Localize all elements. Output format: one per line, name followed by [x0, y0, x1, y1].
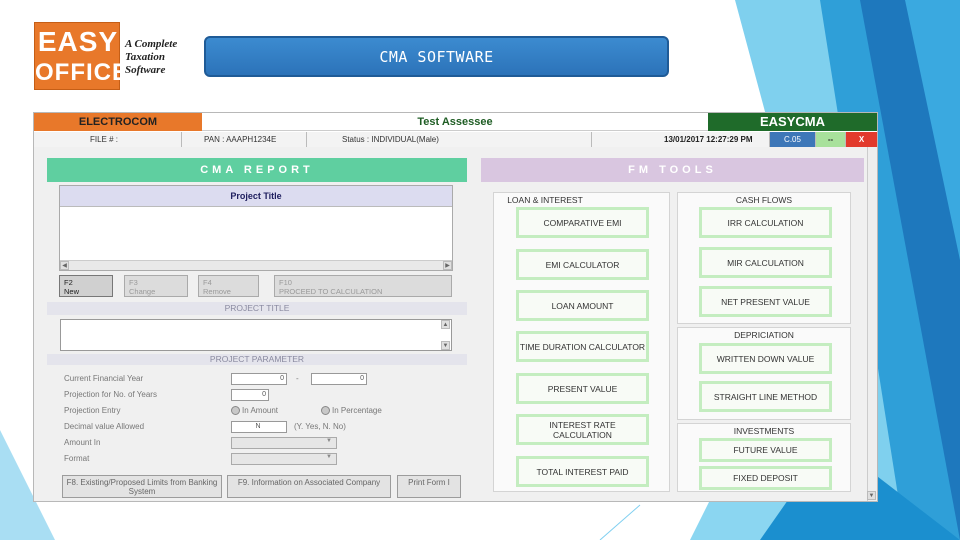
- version-code[interactable]: C.05: [770, 132, 816, 147]
- logo-line-2: OFFICE: [35, 59, 129, 86]
- window-scrollbar[interactable]: [867, 147, 877, 501]
- irr-calculation-button[interactable]: IRR CALCULATION: [699, 207, 832, 238]
- format-dropdown-icon[interactable]: ▼: [326, 454, 332, 460]
- company-name: ELECTROCOM: [34, 113, 202, 131]
- fy-from-input[interactable]: 0: [231, 373, 287, 385]
- cma-report-heading: CMA REPORT: [47, 158, 467, 182]
- decimal-hint: (Y. Yes, N. No): [294, 422, 346, 431]
- projection-years-label: Projection for No. of Years: [64, 390, 157, 399]
- logo-tagline-3: Software: [125, 64, 166, 76]
- associated-company-button[interactable]: F9. Information on Associated Company: [227, 475, 391, 498]
- interest-rate-calculation-button[interactable]: INTEREST RATE CALCULATION: [516, 414, 649, 445]
- new-key: F2: [64, 278, 73, 287]
- fixed-deposit-button[interactable]: FIXED DEPOSIT: [699, 466, 832, 490]
- scroll-right-icon[interactable]: ▶: [443, 261, 452, 270]
- in-amount-radio[interactable]: [231, 406, 240, 415]
- remove-key: F4: [203, 278, 212, 287]
- cash-flows-title: CASH FLOWS: [735, 195, 793, 205]
- projection-entry-label: Projection Entry: [64, 406, 121, 415]
- project-list-scrollbar[interactable]: [60, 260, 452, 270]
- loan-interest-title: LOAN & INTEREST: [507, 195, 583, 205]
- emi-calculator-button[interactable]: EMI CALCULATOR: [516, 249, 649, 280]
- in-percentage-radio[interactable]: [321, 406, 330, 415]
- project-title-column-header: Project Title: [60, 186, 452, 207]
- remove-project-button[interactable]: F4 Remove: [198, 275, 259, 297]
- proceed-to-calculation-button[interactable]: F10 PROCEED TO CALCULATION: [274, 275, 452, 297]
- logo-line-1: EASY: [37, 26, 119, 57]
- net-present-value-button[interactable]: NET PRESENT VALUE: [699, 286, 832, 317]
- projection-years-input[interactable]: 0: [231, 389, 269, 401]
- assessee-status: Status : INDIVIDUAL(Male): [307, 132, 592, 147]
- investments-title: INVESTMENTS: [733, 426, 795, 436]
- minimize-button[interactable]: --: [816, 132, 846, 147]
- amount-in-dropdown-icon[interactable]: ▼: [326, 438, 332, 444]
- comparative-emi-button[interactable]: COMPARATIVE EMI: [516, 207, 649, 238]
- project-title-input[interactable]: [60, 319, 452, 351]
- textarea-scroll-down-icon[interactable]: ▼: [441, 341, 450, 350]
- proceed-key: F10: [279, 278, 292, 287]
- project-list: Project Title ◀ ▶: [59, 185, 453, 271]
- loan-amount-button[interactable]: LOAN AMOUNT: [516, 290, 649, 321]
- project-title-section-label: PROJECT TITLE: [47, 302, 467, 315]
- format-label: Format: [64, 454, 90, 463]
- textarea-scroll-up-icon[interactable]: ▲: [441, 320, 450, 329]
- proceed-label: PROCEED TO CALCULATION: [279, 287, 383, 296]
- date-time: 13/01/2017 12:27:29 PM: [592, 132, 770, 147]
- time-duration-calculator-button[interactable]: TIME DURATION CALCULATOR: [516, 331, 649, 362]
- change-key: F3: [129, 278, 138, 287]
- logo-tagline: A Complete Taxation Software: [125, 38, 177, 77]
- fy-to-input[interactable]: 0: [311, 373, 367, 385]
- format-select[interactable]: [231, 453, 337, 465]
- project-parameter-section-label: PROJECT PARAMETER: [47, 354, 467, 365]
- straight-line-method-button[interactable]: STRAIGHT LINE METHOD: [699, 381, 832, 412]
- logo-tagline-1: A Complete: [125, 38, 178, 50]
- new-project-button[interactable]: F2 New: [59, 275, 113, 297]
- written-down-value-button[interactable]: WRITTEN DOWN VALUE: [699, 343, 832, 374]
- future-value-button[interactable]: FUTURE VALUE: [699, 438, 832, 462]
- assessee-name: Test Assessee: [202, 113, 708, 131]
- total-interest-paid-button[interactable]: TOTAL INTEREST PAID: [516, 456, 649, 487]
- app-window: ELECTROCOM Test Assessee EASYCMA FILE # …: [33, 112, 878, 502]
- window-scroll-down-icon[interactable]: ▼: [867, 491, 876, 500]
- decimal-allowed-input[interactable]: N: [231, 421, 287, 433]
- in-amount-label: In Amount: [242, 406, 279, 415]
- depreciation-title: DEPRICIATION: [734, 330, 794, 340]
- present-value-button[interactable]: PRESENT VALUE: [516, 373, 649, 404]
- logo-tagline-2: Taxation: [125, 51, 165, 63]
- banking-limits-button[interactable]: F8. Existing/Proposed Limits from Bankin…: [62, 475, 222, 498]
- fm-tools-heading: FM TOOLS: [481, 158, 864, 182]
- pan-number: PAN : AAAPH1234E: [182, 132, 307, 147]
- close-button[interactable]: X: [846, 132, 877, 147]
- print-form-button[interactable]: Print Form I: [397, 475, 461, 498]
- mir-calculation-button[interactable]: MIR CALCULATION: [699, 247, 832, 278]
- easy-office-logo: EASY OFFICE: [34, 22, 129, 90]
- change-label: Change: [129, 287, 156, 296]
- brand-name: EASYCMA: [708, 113, 877, 131]
- in-percentage-label: In Percentage: [332, 406, 382, 415]
- change-project-button[interactable]: F3 Change: [124, 275, 188, 297]
- slide-title: CMA SOFTWARE: [204, 36, 669, 77]
- new-label: New: [64, 287, 80, 296]
- scroll-left-icon[interactable]: ◀: [60, 261, 69, 270]
- decimal-allowed-label: Decimal value Allowed: [64, 422, 145, 431]
- amount-in-label: Amount In: [64, 438, 101, 447]
- remove-label: Remove: [203, 287, 231, 296]
- current-fy-label: Current Financial Year: [64, 374, 144, 383]
- fy-separator: -: [296, 374, 299, 383]
- amount-in-select[interactable]: [231, 437, 337, 449]
- file-number: FILE # :: [34, 132, 182, 147]
